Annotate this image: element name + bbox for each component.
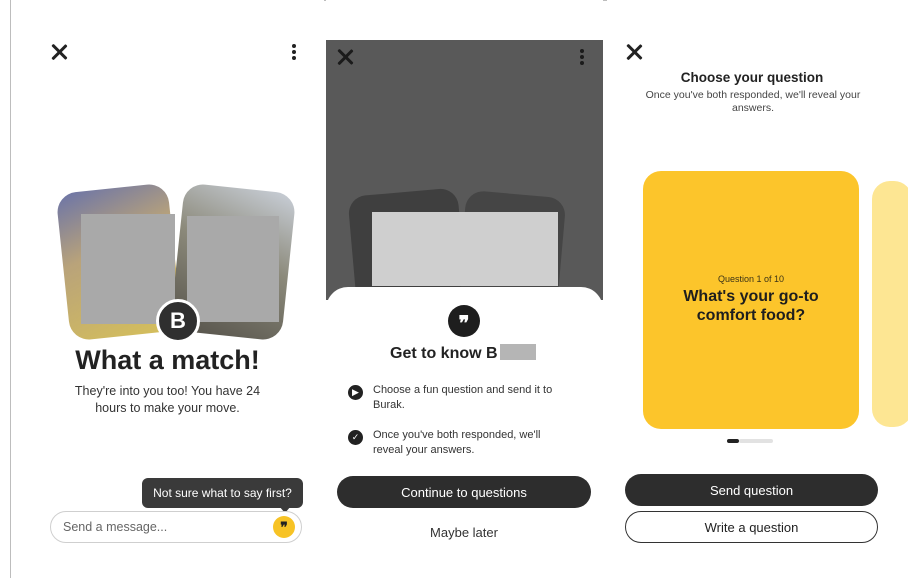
send-question-button[interactable]: Send question (625, 474, 878, 506)
question-card[interactable]: Question 1 of 10 What's your go-to comfo… (643, 171, 859, 429)
picker-subtitle: Once you've both responded, we'll reveal… (645, 89, 861, 114)
redacted-name (499, 344, 536, 360)
more-options-icon[interactable] (579, 49, 585, 67)
close-icon[interactable] (50, 43, 68, 61)
first-message-tooltip: Not sure what to say first? (142, 478, 303, 508)
carousel-indicator-active (727, 439, 739, 443)
continue-to-questions-button[interactable]: Continue to questions (337, 476, 591, 508)
match-subtitle: They're into you too! You have 24 hours … (74, 384, 261, 415)
check-icon: ✓ (348, 430, 363, 445)
bullet-text: Choose a fun question and send it to Bur… (373, 384, 553, 411)
question-game-icon[interactable]: ❞ (273, 516, 295, 538)
write-question-button[interactable]: Write a question (625, 511, 878, 543)
more-options-icon[interactable] (291, 44, 297, 62)
close-icon[interactable] (336, 48, 354, 66)
carousel-indicator (727, 439, 773, 443)
carousel-indicator-track (739, 439, 773, 443)
quote-icon: ❞ (448, 305, 480, 337)
picker-title: Choose your question (680, 70, 824, 85)
sheet-title-row: Get to know B (390, 344, 536, 364)
redacted-photos (372, 212, 558, 286)
match-screen: B What a match! They're into you too! Yo… (11, 0, 324, 578)
question-picker-screen: Choose your question Once you've both re… (607, 0, 908, 578)
next-question-card[interactable] (872, 181, 908, 427)
brand-logo-badge: B (156, 299, 200, 343)
question-text: What's your go-to comfort food? (683, 288, 819, 324)
match-title: What a match! (75, 345, 260, 375)
sheet-title: Get to know B (390, 345, 498, 362)
bullet-text: Once you've both responded, we'll reveal… (373, 429, 541, 456)
maybe-later-button[interactable]: Maybe later (337, 521, 591, 543)
message-input[interactable] (50, 511, 302, 543)
redacted-face-other (187, 216, 279, 322)
get-to-know-screen: ❞ Get to know B ▶ Choose a fun question … (326, 0, 603, 578)
play-icon: ▶ (348, 385, 363, 400)
close-icon[interactable] (625, 43, 643, 61)
question-counter: Question 1 of 10 (717, 274, 785, 284)
